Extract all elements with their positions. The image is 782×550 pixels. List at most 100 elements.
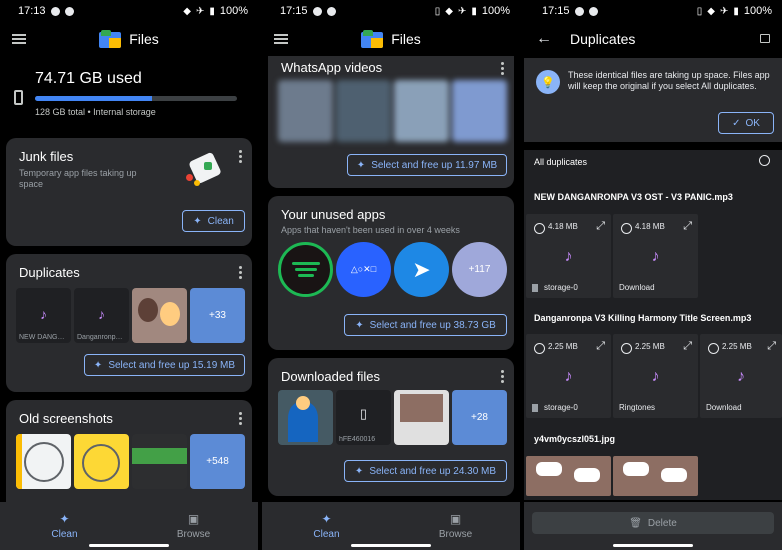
select-radio[interactable] bbox=[621, 223, 632, 234]
more-options-icon[interactable] bbox=[239, 412, 242, 425]
app-bar: ← Duplicates bbox=[524, 22, 782, 56]
select-free-up-button[interactable]: ✦ Select and free up 24.30 MB bbox=[344, 460, 507, 482]
select-radio[interactable] bbox=[534, 223, 545, 234]
nav-clean[interactable]: ✦ Clean bbox=[262, 502, 391, 550]
delete-button[interactable]: 🗑 Delete bbox=[532, 512, 774, 534]
status-time: 17:13 bbox=[18, 5, 46, 17]
thumbnail-photo[interactable] bbox=[132, 288, 187, 343]
trash-icon: 🗑 bbox=[629, 517, 642, 529]
card-title: Duplicates bbox=[19, 265, 80, 280]
junk-illustration-icon bbox=[182, 151, 222, 188]
music-note-icon: ♪ bbox=[564, 248, 573, 265]
card-title: Downloaded files bbox=[281, 369, 381, 384]
card-title: Old screenshots bbox=[19, 411, 113, 426]
expand-icon[interactable]: ⤢ bbox=[767, 340, 776, 353]
thumbnail[interactable] bbox=[452, 80, 507, 142]
card-title: Your unused apps bbox=[281, 207, 386, 222]
thumbnail[interactable]: ♪ Danganronpa ... bbox=[74, 288, 129, 343]
more-options-icon[interactable] bbox=[501, 370, 504, 383]
file-size: 2.25 MB bbox=[548, 342, 578, 351]
expand-icon[interactable]: ⤢ bbox=[683, 340, 692, 353]
thumbnail[interactable] bbox=[74, 434, 129, 489]
storage-icon bbox=[532, 284, 538, 292]
storage-total: 128 GB total • Internal storage bbox=[35, 107, 156, 117]
storage-summary[interactable]: 74.71 GB used 128 GB total • Internal st… bbox=[0, 56, 258, 138]
group-name: y4vm0ycszl051.jpg bbox=[534, 434, 616, 444]
notification-icon bbox=[312, 6, 322, 16]
select-radio[interactable] bbox=[708, 343, 719, 354]
more-options-icon[interactable] bbox=[239, 150, 242, 163]
ok-button[interactable]: ✓ OK bbox=[718, 112, 774, 134]
page-title: Duplicates bbox=[570, 31, 636, 47]
file-size: 4.18 MB bbox=[548, 222, 578, 231]
nav-label: Browse bbox=[438, 529, 473, 540]
more-thumbnails[interactable]: +33 bbox=[190, 288, 245, 343]
file-location: Download bbox=[619, 283, 655, 292]
status-bar: 17:15 ▯ ◆ ✈ ▮ 100% bbox=[524, 0, 782, 22]
thumbnail[interactable]: ▯ hFE460016 bbox=[336, 390, 391, 445]
lightbulb-icon: 💡 bbox=[536, 70, 560, 94]
button-label: Select and free up 24.30 MB bbox=[369, 465, 497, 477]
playstation-app-icon[interactable]: △○✕□ bbox=[336, 242, 391, 297]
expand-icon[interactable]: ⤢ bbox=[683, 220, 692, 233]
sparkle-icon: ✦ bbox=[354, 465, 364, 477]
music-note-icon: ♪ bbox=[564, 368, 573, 385]
info-banner: 💡 These identical files are taking up sp… bbox=[524, 58, 782, 142]
thumbnail[interactable] bbox=[394, 80, 449, 142]
airplane-icon: ✈ bbox=[457, 5, 467, 17]
thumbnail[interactable] bbox=[394, 390, 449, 445]
back-arrow-icon[interactable]: ← bbox=[536, 30, 552, 48]
nav-clean[interactable]: ✦ Clean bbox=[0, 502, 129, 550]
nav-browse[interactable]: ▣ Browse bbox=[391, 502, 520, 550]
select-radio[interactable] bbox=[534, 343, 545, 354]
image-tile[interactable] bbox=[613, 456, 698, 496]
all-duplicates-label: All duplicates bbox=[534, 157, 588, 167]
nav-browse[interactable]: ▣ Browse bbox=[129, 502, 258, 550]
vibrate-icon: ▯ bbox=[696, 5, 703, 17]
menu-icon[interactable] bbox=[274, 34, 288, 44]
battery-level: 100% bbox=[743, 5, 772, 17]
file-tile[interactable]: 4.18 MB ⤢ ♪ storage-0 bbox=[526, 214, 611, 298]
clean-button[interactable]: ✦ Clean bbox=[182, 210, 245, 232]
more-count: +548 bbox=[206, 456, 229, 467]
wifi-icon: ◆ bbox=[183, 5, 191, 17]
delete-bar: 🗑 Delete bbox=[524, 502, 782, 550]
menu-icon[interactable] bbox=[12, 34, 26, 44]
image-tile[interactable] bbox=[526, 456, 611, 496]
app-bar: Files bbox=[0, 22, 258, 56]
more-thumbnails[interactable]: +28 bbox=[452, 390, 507, 445]
thumbnail[interactable] bbox=[278, 390, 333, 445]
document-icon: ▯ bbox=[359, 406, 368, 421]
thumbnail[interactable] bbox=[278, 80, 333, 142]
select-radio[interactable] bbox=[621, 343, 632, 354]
duplicates-card: Duplicates ♪ NEW DANGAN... ♪ Danganronpa .… bbox=[6, 254, 252, 392]
file-tile[interactable]: 2.25 MB ⤢ ♪ Download bbox=[700, 334, 782, 418]
notification-icon bbox=[64, 6, 74, 16]
select-free-up-button[interactable]: ✦ Select and free up 15.19 MB bbox=[84, 354, 245, 376]
spotify-icon[interactable] bbox=[278, 242, 333, 297]
more-count: +28 bbox=[471, 412, 488, 423]
more-options-icon[interactable] bbox=[239, 266, 242, 279]
more-thumbnails[interactable]: +548 bbox=[190, 434, 245, 489]
select-all-radio[interactable] bbox=[759, 155, 770, 166]
gesture-bar bbox=[351, 544, 431, 547]
select-free-up-button[interactable]: ✦ Select and free up 38.73 GB bbox=[344, 314, 507, 336]
file-tile[interactable]: 2.25 MB ⤢ ♪ Ringtones bbox=[613, 334, 698, 418]
thumbnail[interactable] bbox=[132, 434, 187, 489]
view-toggle-icon[interactable] bbox=[760, 34, 770, 43]
more-apps[interactable]: +117 bbox=[452, 242, 507, 297]
ok-label: OK bbox=[745, 117, 760, 129]
phone-icon bbox=[14, 90, 23, 105]
clean-button-label: Clean bbox=[207, 215, 234, 227]
thumbnail[interactable]: ♪ NEW DANGAN... bbox=[16, 288, 71, 343]
file-tile[interactable]: 2.25 MB ⤢ ♪ storage-0 bbox=[526, 334, 611, 418]
spark-mail-icon[interactable]: ➤ bbox=[394, 242, 449, 297]
file-tile[interactable]: 4.18 MB ⤢ ♪ Download bbox=[613, 214, 698, 298]
file-location: Ringtones bbox=[619, 403, 656, 412]
select-free-up-button[interactable]: ✦ Select and free up 11.97 MB bbox=[347, 154, 507, 176]
expand-icon[interactable]: ⤢ bbox=[596, 340, 605, 353]
thumbnail[interactable] bbox=[336, 80, 391, 142]
more-options-icon[interactable] bbox=[501, 62, 504, 75]
thumbnail[interactable] bbox=[16, 434, 71, 489]
expand-icon[interactable]: ⤢ bbox=[596, 220, 605, 233]
